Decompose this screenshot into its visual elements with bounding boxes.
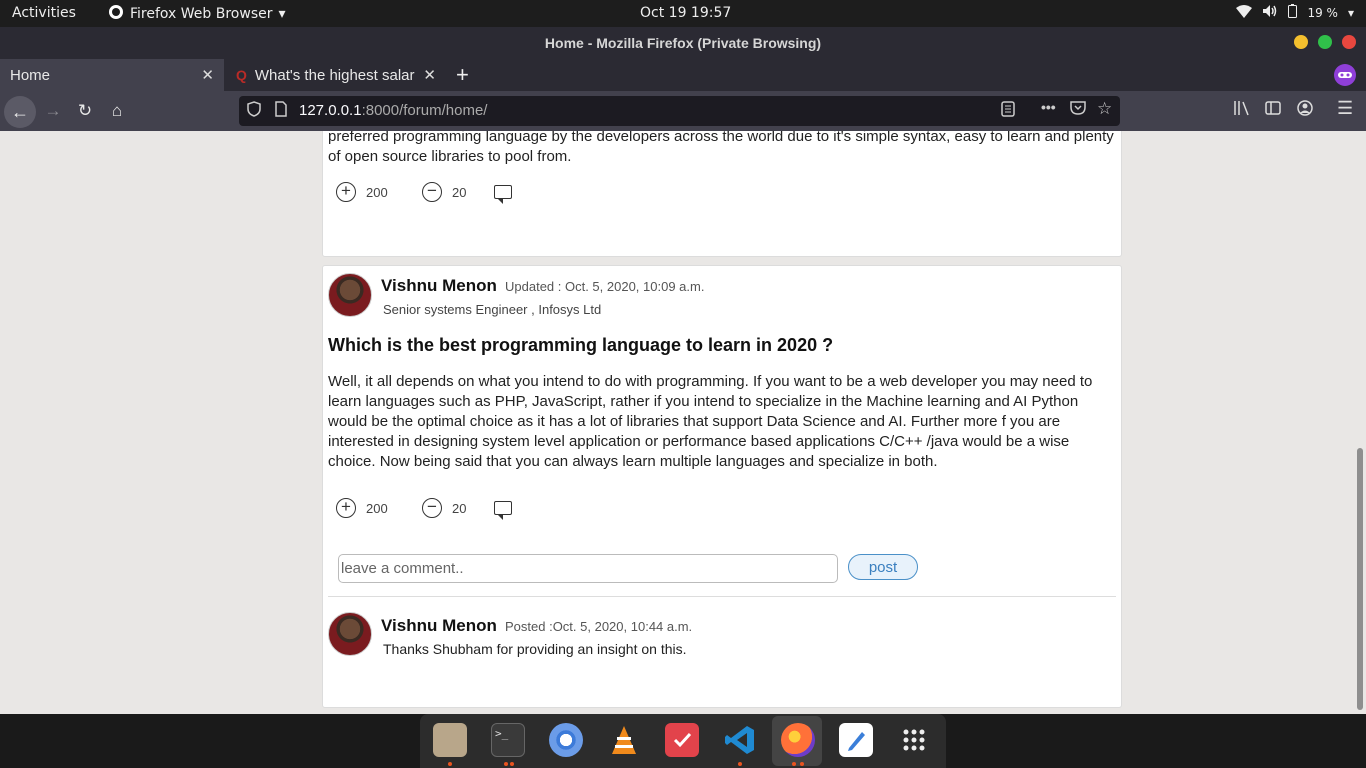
page-actions-icon[interactable]: ••• (1041, 99, 1056, 115)
status-area[interactable]: 19 % ▾ (1236, 4, 1354, 21)
battery-icon (1288, 4, 1298, 21)
back-arrow-icon[interactable]: ← (4, 96, 36, 128)
private-browsing-icon (1334, 64, 1356, 86)
app-menu-label: Firefox Web Browser (130, 6, 273, 22)
forward-arrow-icon[interactable]: → (41, 99, 65, 123)
comment-input[interactable] (338, 554, 838, 583)
author-name[interactable]: Vishnu Menon (381, 276, 497, 296)
bookmark-star-icon[interactable]: ☆ (1097, 99, 1112, 119)
comment-bubble-icon[interactable] (494, 501, 512, 520)
page-content: preferred programming language by the de… (0, 131, 1354, 714)
minimize-button[interactable] (1294, 35, 1308, 49)
battery-percent: 19 % (1307, 5, 1338, 20)
reader-view-icon[interactable] (1001, 101, 1015, 120)
address-bar[interactable]: 127.0.0.1:8000/forum/home/ ••• ☆ (239, 96, 1120, 126)
running-indicator (504, 762, 508, 766)
page-icon[interactable] (275, 101, 287, 120)
clock[interactable]: Oct 19 19:57 (640, 5, 731, 21)
todo-icon[interactable] (665, 723, 699, 757)
post-comment-button[interactable]: post (848, 554, 918, 580)
library-icon[interactable] (1233, 100, 1251, 120)
window-titlebar: Home - Mozilla Firefox (Private Browsing… (0, 27, 1366, 59)
upvote-count: 200 (366, 500, 388, 516)
running-indicator (448, 762, 452, 766)
close-window-button[interactable] (1342, 35, 1356, 49)
chevron-down-icon: ▾ (1347, 5, 1354, 20)
post-actions: + 200 − 20 (336, 498, 512, 520)
downvote-minus-icon[interactable]: − (422, 182, 442, 202)
chevron-down-icon: ▾ (278, 6, 286, 22)
vlc-icon[interactable] (607, 723, 641, 757)
page-scrollbar[interactable] (1354, 131, 1366, 714)
app-menu[interactable]: Firefox Web Browser ▾ (108, 4, 286, 24)
sidebar-icon[interactable] (1265, 100, 1281, 120)
avatar[interactable] (328, 273, 372, 317)
vscode-icon[interactable] (723, 723, 757, 757)
navigation-toolbar: ← → ↻ ⌂ 127.0.0.1:8000/forum/home/ ••• ☆… (0, 91, 1366, 131)
window-controls (1294, 35, 1356, 49)
upvote-plus-icon[interactable]: + (336, 498, 356, 518)
url-text[interactable]: 127.0.0.1:8000/forum/home/ (299, 102, 487, 119)
system-top-bar: Activities Firefox Web Browser ▾ Oct 19 … (0, 0, 1366, 27)
tab-quora[interactable]: Q What's the highest salar ✕ (226, 59, 446, 91)
home-icon[interactable]: ⌂ (105, 99, 129, 123)
app-grid-icon[interactable] (897, 723, 931, 757)
url-host: 127.0.0.1 (299, 102, 362, 119)
downvote-count: 20 (452, 500, 467, 516)
comment-bubble-icon[interactable] (494, 185, 512, 204)
tab-home[interactable]: Home ✕ (0, 59, 224, 91)
terminal-icon[interactable]: >_ (491, 723, 525, 757)
scrollbar-thumb[interactable] (1357, 448, 1363, 710)
upvote-count: 200 (366, 184, 388, 200)
dock: >_ (420, 714, 946, 768)
downvote-count: 20 (452, 184, 467, 200)
volume-icon (1262, 4, 1278, 21)
window-title: Home - Mozilla Firefox (Private Browsing… (544, 35, 822, 51)
comment-author[interactable]: Vishnu Menon (381, 616, 497, 636)
tab-label: Home (10, 66, 51, 84)
author-subtitle: Senior systems Engineer , Infosys Ltd (383, 302, 602, 317)
post-card: preferred programming language by the de… (322, 131, 1122, 257)
firefox-small-icon (108, 4, 124, 24)
upvote-plus-icon[interactable]: + (336, 182, 356, 202)
divider (328, 596, 1116, 597)
running-indicator (510, 762, 514, 766)
updated-timestamp: Updated : Oct. 5, 2020, 10:09 a.m. (505, 279, 705, 294)
post-card: Vishnu Menon Updated : Oct. 5, 2020, 10:… (322, 265, 1122, 708)
comment-text: Thanks Shubham for providing an insight … (383, 641, 687, 657)
wifi-icon (1236, 4, 1253, 21)
question-title[interactable]: Which is the best programming language t… (328, 335, 833, 356)
running-indicator (792, 762, 796, 766)
quora-favicon-icon: Q (236, 67, 247, 83)
post-body: preferred programming language by the de… (328, 131, 1114, 165)
shield-icon[interactable] (247, 101, 261, 120)
reload-icon[interactable]: ↻ (73, 99, 97, 123)
tab-label: What's the highest salar (254, 66, 415, 84)
close-icon[interactable]: ✕ (201, 66, 214, 84)
activities-button[interactable]: Activities (12, 5, 76, 21)
running-indicator (738, 762, 742, 766)
running-indicator (800, 762, 804, 766)
maximize-button[interactable] (1318, 35, 1332, 49)
pocket-icon[interactable] (1070, 101, 1086, 118)
account-icon[interactable] (1297, 100, 1313, 120)
downvote-minus-icon[interactable]: − (422, 498, 442, 518)
close-icon[interactable]: ✕ (423, 66, 436, 84)
comment-timestamp: Posted :Oct. 5, 2020, 10:44 a.m. (505, 619, 693, 634)
url-path: :8000/forum/home/ (361, 102, 488, 119)
hamburger-menu-icon[interactable]: ☰ (1337, 98, 1353, 119)
tab-strip: Home ✕ Q What's the highest salar ✕ + (0, 59, 1366, 91)
text-editor-icon[interactable] (839, 723, 873, 757)
avatar[interactable] (328, 612, 372, 656)
firefox-icon[interactable] (781, 723, 815, 757)
post-body: Well, it all depends on what you intend … (328, 373, 1093, 470)
post-actions: + 200 − 20 (336, 182, 512, 204)
new-tab-button[interactable]: + (456, 62, 469, 88)
files-icon[interactable] (433, 723, 467, 757)
chromium-icon[interactable] (549, 723, 583, 757)
